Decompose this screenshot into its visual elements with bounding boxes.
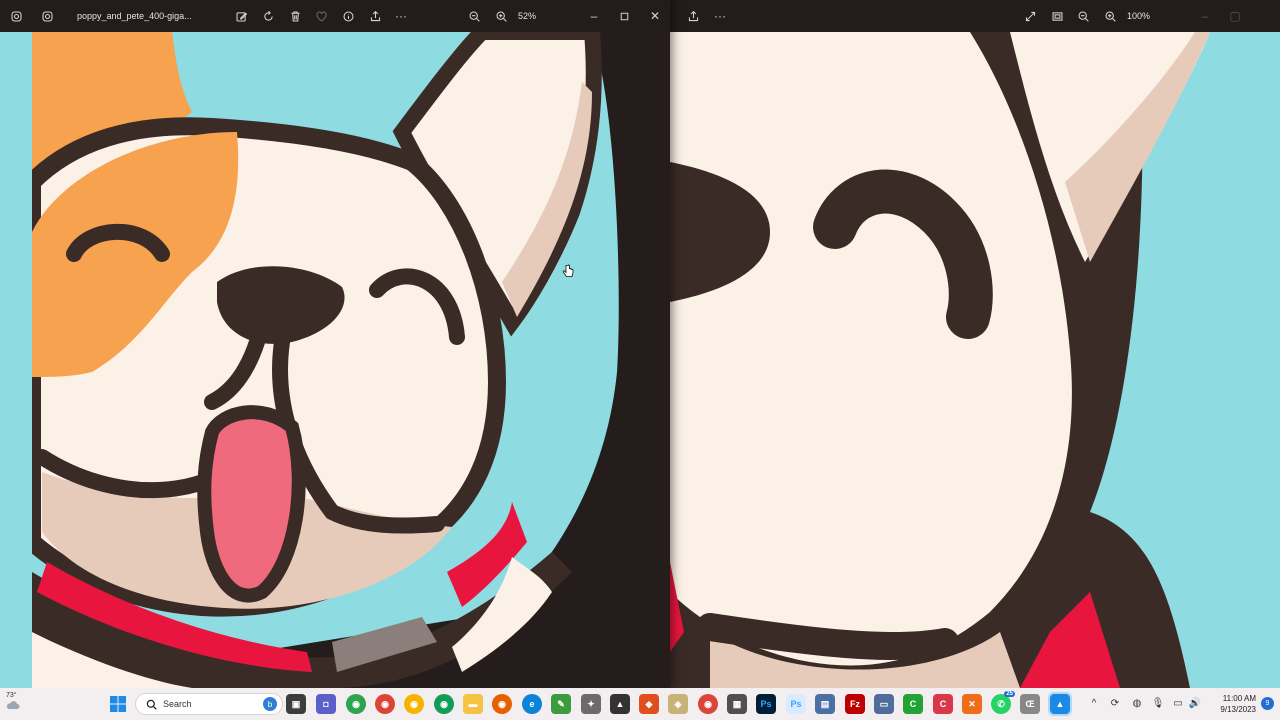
- paint-icon[interactable]: ◈: [668, 694, 688, 714]
- minimize-button[interactable]: –: [1195, 6, 1215, 26]
- taskbar: 73° Search b ▣ ◘ ◉ ◉ ◉ ◉ ▬ ◉ e ✎ ✦ ▲ ◆ ◈…: [0, 688, 1280, 720]
- photos-window-background[interactable]: ··· 100% – ▢: [670, 0, 1280, 688]
- task-view-icon[interactable]: ▣: [286, 694, 306, 714]
- image-view[interactable]: [32, 32, 670, 688]
- bing-icon[interactable]: b: [263, 697, 277, 711]
- weather-widget[interactable]: 73°: [6, 692, 20, 713]
- search-icon: [146, 699, 157, 710]
- photos-app-icon[interactable]: ▲: [1048, 692, 1072, 716]
- clock-time: 11:00 AM: [1222, 694, 1256, 703]
- brave-icon[interactable]: ◆: [639, 694, 659, 714]
- notepad-plus-icon[interactable]: ✎: [551, 694, 571, 714]
- favorite-icon[interactable]: [311, 6, 331, 26]
- minimize-button[interactable]: –: [584, 6, 604, 26]
- photoshop-express-icon[interactable]: Ps: [786, 694, 806, 714]
- windows-logo-icon: [110, 696, 126, 712]
- zoom-level: 52%: [518, 11, 537, 21]
- camtasia-icon[interactable]: C: [903, 694, 923, 714]
- dog-illustration-image: [32, 32, 670, 688]
- share-icon[interactable]: [365, 6, 385, 26]
- sync-icon[interactable]: ⟳: [1109, 697, 1121, 709]
- clock-date: 9/13/2023: [1220, 705, 1256, 714]
- weather-temp: 73°: [6, 692, 17, 699]
- zoom-level: 100%: [1127, 11, 1151, 21]
- volume-icon[interactable]: 🔊: [1189, 697, 1201, 709]
- chrome-dev-icon[interactable]: ◉: [346, 694, 366, 714]
- fullscreen-icon[interactable]: [1020, 6, 1040, 26]
- xampp-icon[interactable]: ✕: [962, 694, 982, 714]
- chrome-canary-icon[interactable]: ◉: [434, 694, 454, 714]
- more-icon[interactable]: ···: [710, 6, 730, 26]
- background-titlebar[interactable]: ··· 100% – ▢: [670, 0, 1280, 32]
- share-icon[interactable]: [683, 6, 703, 26]
- hand-cursor-icon: [562, 264, 574, 277]
- weather-cloud-icon: [6, 701, 20, 709]
- gallery-icon[interactable]: [37, 6, 57, 26]
- info-icon[interactable]: [338, 6, 358, 26]
- rotate-icon[interactable]: [258, 6, 278, 26]
- whatsapp-badge: 25: [1004, 691, 1015, 697]
- chrome-icon[interactable]: ◉: [375, 694, 395, 714]
- chrome-beta-icon[interactable]: ◉: [698, 694, 718, 714]
- whatsapp-icon[interactable]: ✆ 25: [991, 691, 1015, 714]
- photos-window-foreground[interactable]: poppy_and_pete_400-giga... ··· 52% – ✕: [0, 0, 670, 688]
- clock[interactable]: 11:00 AM 9/13/2023: [1220, 693, 1256, 715]
- remote-desktop-icon[interactable]: ▭: [874, 694, 894, 714]
- search-label: Search: [163, 699, 192, 709]
- network-icon[interactable]: ▭: [1172, 697, 1184, 709]
- app-icon: [6, 6, 26, 26]
- photoshop-icon[interactable]: Ps: [756, 694, 776, 714]
- calculator-app-icon[interactable]: ▤: [815, 694, 835, 714]
- otc-icon[interactable]: Œ: [1020, 694, 1040, 714]
- more-icon[interactable]: ···: [391, 6, 411, 26]
- edit-icon[interactable]: [231, 6, 251, 26]
- close-button[interactable]: ✕: [645, 6, 665, 26]
- delete-icon[interactable]: [285, 6, 305, 26]
- edge-icon[interactable]: e: [522, 694, 542, 714]
- chrome-profile-icon[interactable]: ◉: [404, 694, 424, 714]
- file-explorer-icon[interactable]: ▬: [463, 694, 483, 714]
- taskbar-search[interactable]: Search b: [135, 693, 283, 715]
- maximize-button[interactable]: ▢: [1225, 6, 1245, 26]
- image-filename: poppy_and_pete_400-giga...: [77, 11, 192, 21]
- start-button[interactable]: [108, 694, 128, 714]
- defender-icon[interactable]: ◍: [1131, 697, 1143, 709]
- microphone-icon[interactable]: 🎙: [1152, 697, 1165, 709]
- filezilla-icon[interactable]: Fz: [845, 694, 865, 714]
- zoomed-image-view[interactable]: [670, 32, 1280, 688]
- image-left-edge: [0, 32, 32, 688]
- foreground-titlebar[interactable]: poppy_and_pete_400-giga... ··· 52% – ✕: [0, 0, 670, 32]
- gimp-icon[interactable]: ✦: [581, 694, 601, 714]
- zoom-out-icon[interactable]: [464, 6, 484, 26]
- show-hidden-icons[interactable]: ^: [1088, 697, 1100, 709]
- teams-chat-icon[interactable]: ◘: [316, 694, 336, 714]
- notification-badge[interactable]: 9: [1261, 697, 1274, 710]
- zoom-out-icon[interactable]: [1073, 6, 1093, 26]
- snagit-icon[interactable]: C: [933, 694, 953, 714]
- fit-window-icon[interactable]: [1047, 6, 1067, 26]
- zoom-in-icon[interactable]: [1100, 6, 1120, 26]
- dog-closeup-image: [670, 32, 1280, 688]
- calculator-icon[interactable]: ▦: [727, 694, 747, 714]
- firefox-icon[interactable]: ◉: [492, 694, 512, 714]
- inkscape-icon[interactable]: ▲: [610, 694, 630, 714]
- maximize-button[interactable]: [614, 6, 634, 26]
- zoom-in-icon[interactable]: [491, 6, 511, 26]
- desktop: ··· 100% – ▢ poppy_and_pete_400-giga... …: [0, 0, 1280, 688]
